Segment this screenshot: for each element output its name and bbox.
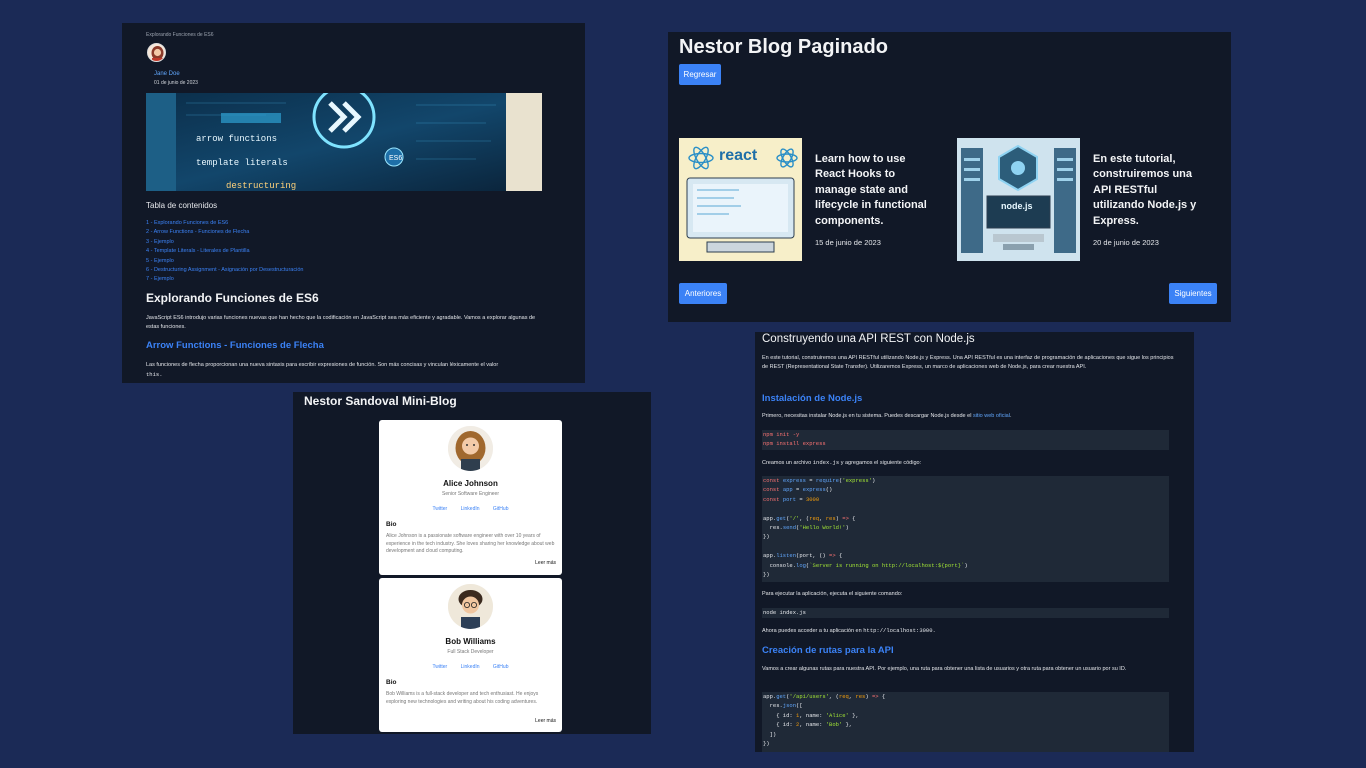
install-paragraph: Primero, necesitas instalar Node.js en t… (762, 413, 1012, 419)
run-paragraph: Para ejecutar la aplicación, ejecuta el … (762, 591, 903, 597)
social-links: Twitter LinkedIn GitHub (379, 506, 562, 512)
hero-es6-label: ES6 (389, 155, 402, 162)
author-avatar (147, 43, 166, 62)
paginated-blog-panel: Nestor Blog Paginado Regresar react Lear… (668, 32, 1231, 322)
toc-link[interactable]: 7 - Ejemplo (146, 275, 303, 284)
github-link[interactable]: GitHub (493, 506, 509, 512)
previous-page-button[interactable]: Anteriores (679, 283, 727, 304)
article-intro: JavaScript ES6 introdujo varias funcione… (146, 315, 536, 331)
profile-role: Senior Software Engineer (442, 491, 499, 497)
article-heading: Explorando Funciones de ES6 (146, 291, 319, 305)
article-intro: En este tutorial, construiremos una API … (762, 355, 1174, 371)
toc-link[interactable]: 5 - Ejemplo (146, 257, 303, 266)
access-paragraph: Ahora puedes acceder a tu aplicación en … (762, 627, 936, 634)
section-heading: Arrow Functions - Funciones de Flecha (146, 340, 324, 351)
node-post-image[interactable]: node.js (957, 138, 1080, 261)
toc-title: Tabla de contenidos (146, 201, 218, 210)
back-button[interactable]: Regresar (679, 64, 721, 85)
linkedin-link[interactable]: LinkedIn (461, 506, 480, 512)
section-heading-install: Instalación de Node.js (762, 393, 863, 404)
node-image-label: node.js (1001, 201, 1033, 211)
post-excerpt[interactable]: En este tutorial, construiremos una API … (1093, 152, 1211, 229)
blog-title: Nestor Blog Paginado (679, 36, 888, 58)
toc-link[interactable]: 3 - Ejemplo (146, 238, 303, 247)
bio-title: Bio (386, 521, 397, 528)
bio-text: Alice Johnson is a passionate software e… (386, 533, 555, 555)
toc-link[interactable]: 1 - Explorando Funciones de ES6 (146, 219, 303, 228)
post-date: 20 de junio de 2023 (1093, 238, 1159, 247)
hero-line-2: template literals (196, 158, 288, 168)
official-site-link[interactable]: sitio web oficial (973, 413, 1010, 419)
mini-blog-panel: Nestor Sandoval Mini-Blog Alice Johnson … (293, 392, 651, 734)
toc-link[interactable]: 6 - Destructuring Assignment - Asignació… (146, 266, 303, 275)
profile-card: Bob Williams Full Stack Developer Twitte… (379, 578, 562, 732)
api-article-panel: Construyendo una API REST con Node.js En… (755, 332, 1194, 752)
avatar (448, 584, 493, 629)
avatar (448, 426, 493, 471)
section-paragraph: Las funciones de flecha proporcionan una… (146, 362, 499, 379)
profile-card: Alice Johnson Senior Software Engineer T… (379, 420, 562, 575)
section-heading-routes: Creación de rutas para la API (762, 645, 894, 656)
bio-text: Bob Williams is a full-stack developer a… (386, 691, 539, 705)
code-block-server: const express = require('express') const… (762, 476, 1169, 582)
code-block-install: npm init -y npm install express (762, 430, 1169, 450)
next-page-button[interactable]: Siguientes (1169, 283, 1217, 304)
create-file-paragraph: Creamos un archivo index.js y agregamos … (762, 459, 922, 466)
code-block-run: node index.js (762, 608, 1169, 618)
hero-image: ES6 arrow functions template literals de… (146, 93, 542, 191)
toc-link[interactable]: 2 - Arrow Functions - Funciones de Flech… (146, 228, 303, 237)
hero-line-1: arrow functions (196, 134, 277, 144)
read-more-link[interactable]: Leer más (535, 560, 556, 566)
profile-name: Alice Johnson (443, 479, 498, 488)
post-date: 01 de junio de 2023 (154, 80, 198, 86)
react-image-label: react (719, 147, 758, 164)
linkedin-link[interactable]: LinkedIn (461, 664, 480, 670)
bio-title: Bio (386, 679, 397, 686)
social-links: Twitter LinkedIn GitHub (379, 664, 562, 670)
routes-paragraph: Vamos a crear algunas rutas para nuestra… (762, 666, 1127, 672)
author-link[interactable]: Jane Doe (154, 71, 180, 77)
profile-role: Full Stack Developer (447, 649, 494, 655)
mini-blog-title: Nestor Sandoval Mini-Blog (304, 394, 457, 408)
react-post-image[interactable]: react (679, 138, 802, 261)
twitter-link[interactable]: Twitter (433, 506, 448, 512)
hero-line-3: destructuring (226, 181, 296, 191)
twitter-link[interactable]: Twitter (433, 664, 448, 670)
es6-article-panel: Explorando Funciones de ES6 Jane Doe 01 … (122, 23, 585, 383)
post-excerpt[interactable]: Learn how to use React Hooks to manage s… (815, 152, 933, 229)
github-link[interactable]: GitHub (493, 664, 509, 670)
code-block-routes: app.get('/api/users', (req, res) => { re… (762, 692, 1169, 752)
profile-name: Bob Williams (445, 637, 496, 646)
inline-code: this. (146, 371, 163, 379)
article-title: Construyendo una API REST con Node.js (762, 333, 975, 345)
post-date: 15 de junio de 2023 (815, 238, 881, 247)
table-of-contents: 1 - Explorando Funciones de ES6 2 - Arro… (146, 219, 303, 285)
toc-link[interactable]: 4 - Template Literals - Literales de Pla… (146, 247, 303, 256)
read-more-link[interactable]: Leer más (535, 718, 556, 724)
breadcrumb: Explorando Funciones de ES6 (146, 32, 214, 38)
